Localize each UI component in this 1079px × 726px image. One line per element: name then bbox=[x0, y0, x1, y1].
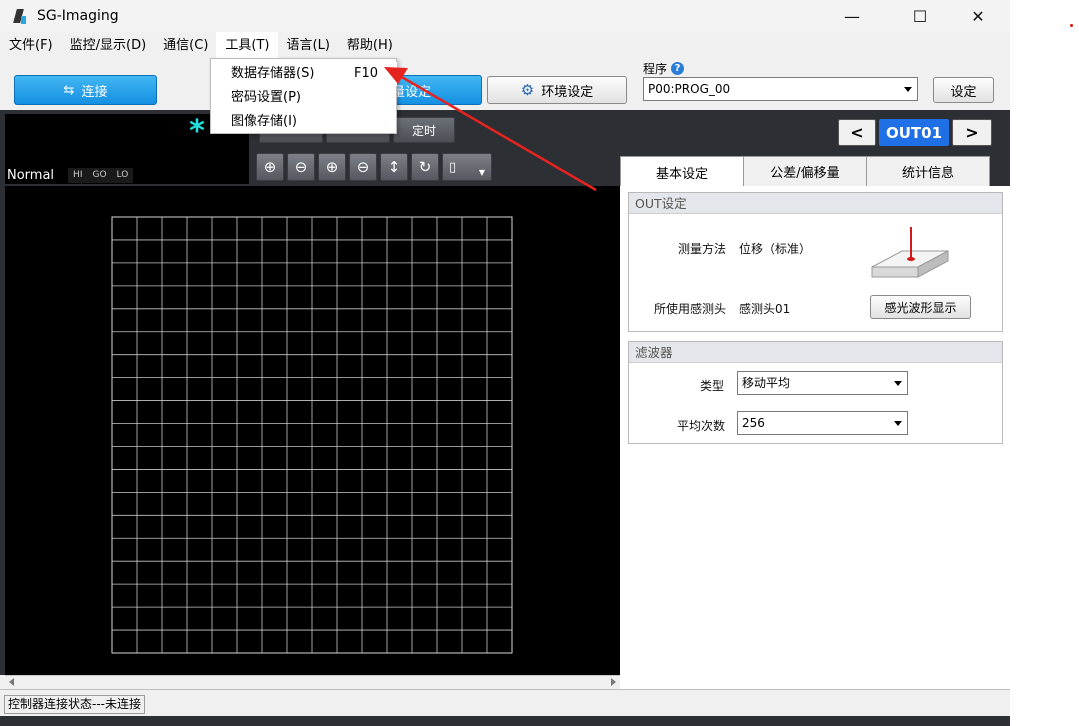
arrow-head bbox=[384, 67, 408, 84]
arrow-shaft bbox=[399, 74, 597, 192]
annotation-arrow bbox=[384, 67, 597, 192]
